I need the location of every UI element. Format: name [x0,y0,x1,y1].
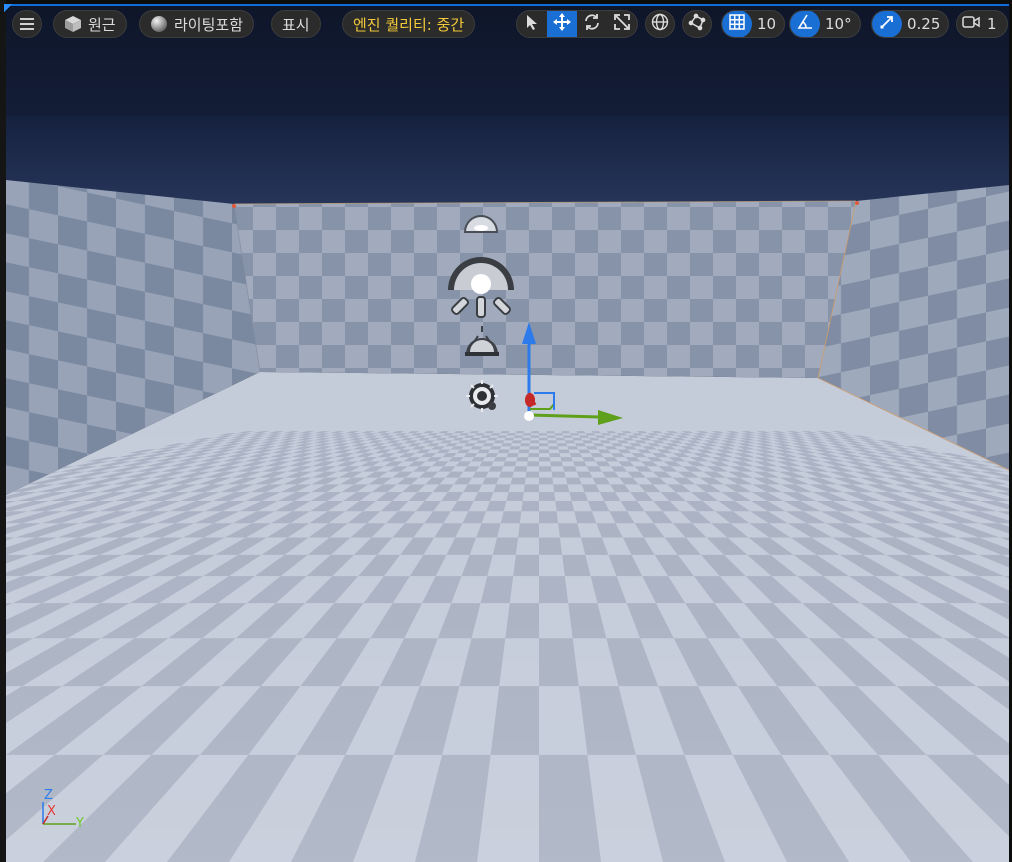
grid-snap-toggle[interactable] [722,11,752,37]
grid-snap-control[interactable]: 10 [721,10,786,38]
rotate-tool-button[interactable] [577,11,607,37]
viewport-scene[interactable] [6,6,1009,862]
surface-snap-icon [688,13,706,35]
camera-speed-toggle[interactable] [957,11,985,37]
camera-speed-value[interactable]: 1 [985,15,1003,33]
back-wall[interactable] [234,201,856,378]
transform-tools-group [516,10,638,38]
gizmo-center [524,411,534,421]
scale-snap-value[interactable]: 0.25 [902,15,948,33]
viewport-toolbar: 원근 라이팅포함 표시 엔진 퀄리티: 중간 10 10° 0.25 1 [0,10,1012,38]
level-viewport[interactable]: Z X Y [6,6,1009,862]
grid-icon [729,14,745,34]
axis-y-label: Y [76,816,84,831]
cube-icon [64,15,82,33]
floor[interactable] [6,370,1009,862]
rotate-icon [583,13,601,35]
camera-speed-control[interactable]: 1 [956,10,1008,38]
move-tool-button[interactable] [547,11,577,37]
surface-snap-button[interactable] [682,10,712,38]
select-tool-button[interactable] [517,11,547,37]
world-local-toggle[interactable] [645,10,675,38]
axis-x-label: X [47,804,56,819]
scale-tool-button[interactable] [607,11,637,37]
scale-arrow-icon [879,14,895,34]
scale-icon [614,14,630,34]
rotation-snap-toggle[interactable] [790,11,820,37]
hamburger-icon [20,18,34,30]
view-mode-label: 라이팅포함 [174,15,244,34]
perspective-button[interactable]: 원근 [53,10,127,38]
scale-snap-toggle[interactable] [872,11,902,37]
globe-icon [651,13,669,35]
rotation-snap-control[interactable]: 10° [789,10,861,38]
axis-z-label: Z [44,788,53,803]
select-arrow-icon [525,14,539,34]
grid-snap-value[interactable]: 10 [752,15,784,33]
scale-snap-control[interactable]: 0.25 [871,10,950,38]
viewport-menu-button[interactable] [12,10,42,38]
move-icon [553,13,571,35]
angle-icon [797,14,813,34]
rotation-snap-value[interactable]: 10° [820,15,860,33]
view-mode-button[interactable]: 라이팅포함 [139,10,255,38]
show-label: 표시 [282,15,310,34]
gizmo-y-axis [528,413,601,419]
viewport-active-indicator [4,4,1009,12]
lit-sphere-icon [150,15,168,33]
engine-quality-label: 엔진 퀄리티: 중간 [353,15,465,34]
perspective-label: 원근 [88,15,116,34]
engine-quality-button[interactable]: 엔진 퀄리티: 중간 [342,10,476,38]
gizmo-x-arrowhead [525,393,535,407]
camera-icon [962,15,980,33]
show-flags-button[interactable]: 표시 [271,10,321,38]
